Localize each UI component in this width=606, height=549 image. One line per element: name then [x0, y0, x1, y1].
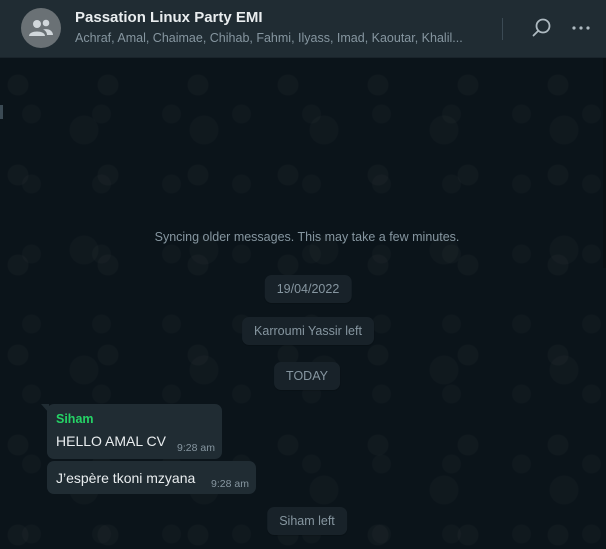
- header-divider: [502, 18, 503, 40]
- sender-name[interactable]: Siham: [56, 412, 94, 426]
- group-avatar[interactable]: [21, 8, 61, 48]
- message-text: HELLO AMAL CV: [56, 433, 166, 449]
- chat-title[interactable]: Passation Linux Party EMI: [75, 9, 263, 26]
- message-bubble[interactable]: J’espère tkoni mzyana 9:28 am: [47, 461, 256, 494]
- search-icon: [532, 18, 551, 37]
- group-icon: [29, 19, 53, 36]
- today-divider: TODAY: [274, 362, 340, 390]
- more-options-button[interactable]: [569, 16, 593, 40]
- message-list[interactable]: Syncing older messages. This may take a …: [0, 58, 606, 549]
- date-divider: 19/04/2022: [264, 275, 352, 303]
- chat-window: Passation Linux Party EMI Achraf, Amal, …: [0, 0, 606, 549]
- bubble-tail: [41, 404, 49, 413]
- resize-handle[interactable]: [0, 105, 3, 119]
- sync-notice: Syncing older messages. This may take a …: [154, 230, 460, 244]
- chat-header[interactable]: Passation Linux Party EMI Achraf, Amal, …: [0, 0, 606, 58]
- message-time: 9:28 am: [177, 442, 215, 454]
- participants-list[interactable]: Achraf, Amal, Chaimae, Chihab, Fahmi, Il…: [75, 31, 467, 45]
- system-message-left: Siham left: [267, 507, 347, 535]
- more-options-icon: [572, 26, 590, 30]
- message-text: J’espère tkoni mzyana: [56, 470, 196, 486]
- search-button[interactable]: [530, 16, 554, 40]
- message-time: 9:28 am: [211, 478, 249, 490]
- message-bubble[interactable]: Siham HELLO AMAL CV 9:28 am: [41, 404, 222, 459]
- system-message-left: Karroumi Yassir left: [242, 317, 374, 345]
